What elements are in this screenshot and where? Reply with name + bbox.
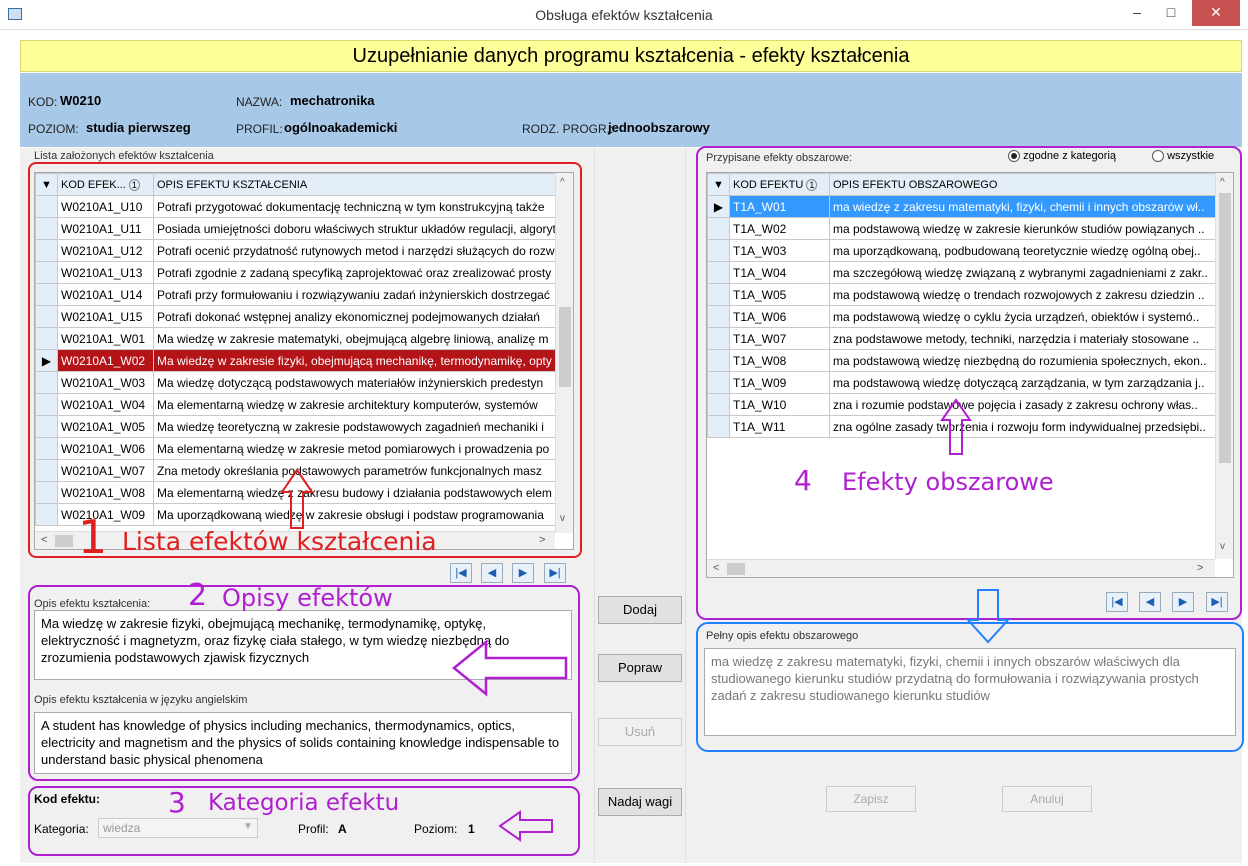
maximize-button[interactable]: □ xyxy=(1154,0,1188,26)
annotation-arrow-left-small-icon xyxy=(498,810,553,842)
button-column xyxy=(594,148,686,860)
close-button[interactable]: ✕ xyxy=(1192,0,1240,26)
minimize-button[interactable]: – xyxy=(1120,0,1154,26)
window-title: Obsługa efektów kształcenia xyxy=(535,7,713,23)
last-record-icon[interactable]: ▶| xyxy=(544,563,566,583)
delete-button[interactable]: Usuń xyxy=(598,718,682,746)
poziom-value: studia pierwszeg xyxy=(86,120,191,135)
first-record-icon[interactable]: |◀ xyxy=(450,563,472,583)
annotation-box-4 xyxy=(696,146,1242,620)
annotation-number-1: 1 xyxy=(78,510,108,564)
poziom-label: POZIOM: xyxy=(28,122,79,136)
profil-label: PROFIL: xyxy=(236,122,283,136)
annotation-arrow-up-purple-icon xyxy=(940,398,972,455)
annotation-arrow-up-icon xyxy=(280,468,314,529)
next-record-icon[interactable]: ▶ xyxy=(512,563,534,583)
annotation-label-3: Kategoria efektu xyxy=(208,790,400,816)
kod-value: W0210 xyxy=(60,93,102,108)
prev-record-icon[interactable]: ◀ xyxy=(481,563,503,583)
annotation-number-2: 2 xyxy=(188,578,208,613)
edit-button[interactable]: Popraw xyxy=(598,654,682,682)
annotation-box-5 xyxy=(696,622,1244,752)
annotation-number-4: 4 xyxy=(794,464,812,497)
left-list-label: Lista założonych efektów kształcenia xyxy=(34,150,214,162)
profil-value: ogólnoakademicki xyxy=(284,120,398,135)
annotation-arrow-left-icon xyxy=(452,639,568,697)
add-button[interactable]: Dodaj xyxy=(598,596,682,624)
rodz-value: jednoobszarowy xyxy=(608,120,710,135)
rodz-label: RODZ. PROGR.: xyxy=(522,122,614,136)
save-button[interactable]: Zapisz xyxy=(826,786,916,812)
title-bar: Obsługa efektów kształcenia – □ ✕ xyxy=(0,0,1248,30)
annotation-label-2: Opisy efektów xyxy=(222,584,393,612)
annotation-number-3: 3 xyxy=(168,786,186,819)
cancel-button[interactable]: Anuluj xyxy=(1002,786,1092,812)
nazwa-label: NAZWA: xyxy=(236,95,283,109)
annotation-label-1: Lista efektów kształcenia xyxy=(122,527,437,556)
assign-weights-button[interactable]: Nadaj wagi xyxy=(598,788,682,816)
program-info-panel: KOD: W0210 NAZWA: mechatronika POZIOM: s… xyxy=(20,73,1242,147)
nazwa-value: mechatronika xyxy=(290,93,375,108)
kod-label: KOD: xyxy=(28,95,58,109)
page-title: Uzupełnianie danych programu kształcenia… xyxy=(20,40,1242,72)
annotation-label-4: Efekty obszarowe xyxy=(842,468,1054,496)
